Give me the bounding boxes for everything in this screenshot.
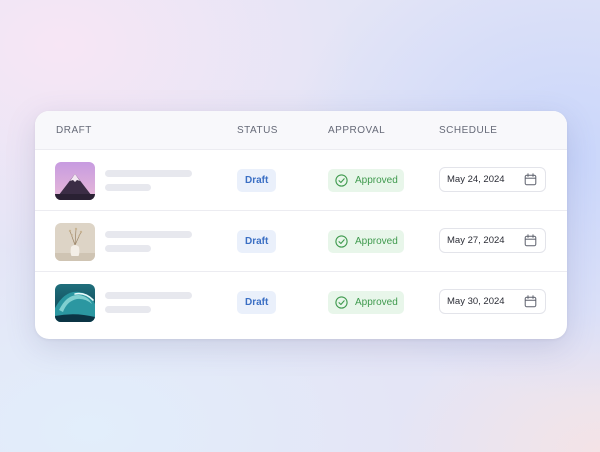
subtitle-placeholder bbox=[105, 184, 151, 191]
table-header: DRAFT STATUS APPROVAL SCHEDULE bbox=[35, 111, 567, 150]
status-badge[interactable]: Draft bbox=[237, 169, 277, 192]
status-badge[interactable]: Draft bbox=[237, 291, 277, 314]
subtitle-placeholder bbox=[105, 306, 151, 313]
schedule-date-picker[interactable]: May 27, 2024 bbox=[439, 228, 546, 253]
calendar-icon[interactable] bbox=[524, 234, 537, 247]
subtitle-placeholder bbox=[105, 245, 151, 252]
schedule-date-picker[interactable]: May 30, 2024 bbox=[439, 289, 546, 314]
approval-label: Approved bbox=[355, 236, 398, 247]
schedule-date-value: May 27, 2024 bbox=[447, 235, 505, 246]
mountain-peak-image bbox=[55, 162, 95, 200]
check-circle-icon bbox=[335, 235, 348, 248]
table-row[interactable]: Draft Approved May 27, 2024 bbox=[35, 211, 567, 272]
title-placeholder bbox=[105, 292, 192, 299]
vase-thumbnail[interactable] bbox=[55, 223, 95, 261]
schedule-date-picker[interactable]: May 24, 2024 bbox=[439, 167, 546, 192]
drafts-table-card: DRAFT STATUS APPROVAL SCHEDULE Draft App… bbox=[35, 111, 567, 339]
table-row[interactable]: Draft Approved May 30, 2024 bbox=[35, 272, 567, 332]
column-header-draft[interactable]: DRAFT bbox=[56, 125, 92, 136]
mountain-thumbnail[interactable] bbox=[55, 162, 95, 200]
title-placeholder bbox=[105, 170, 192, 177]
wave-thumbnail[interactable] bbox=[55, 284, 95, 322]
column-header-schedule[interactable]: SCHEDULE bbox=[439, 125, 497, 136]
column-header-approval[interactable]: APPROVAL bbox=[328, 125, 385, 136]
check-circle-icon bbox=[335, 174, 348, 187]
approval-label: Approved bbox=[355, 175, 398, 186]
status-badge[interactable]: Draft bbox=[237, 230, 277, 253]
schedule-date-value: May 30, 2024 bbox=[447, 296, 505, 307]
schedule-date-value: May 24, 2024 bbox=[447, 174, 505, 185]
approval-badge[interactable]: Approved bbox=[328, 291, 404, 314]
table-row[interactable]: Draft Approved May 24, 2024 bbox=[35, 150, 567, 211]
approval-label: Approved bbox=[355, 297, 398, 308]
check-circle-icon bbox=[335, 296, 348, 309]
vase-with-dried-flowers-image bbox=[55, 223, 95, 261]
column-header-status[interactable]: STATUS bbox=[237, 125, 278, 136]
ocean-wave-image bbox=[55, 284, 95, 322]
approval-badge[interactable]: Approved bbox=[328, 169, 404, 192]
calendar-icon[interactable] bbox=[524, 295, 537, 308]
approval-badge[interactable]: Approved bbox=[328, 230, 404, 253]
title-placeholder bbox=[105, 231, 192, 238]
calendar-icon[interactable] bbox=[524, 173, 537, 186]
